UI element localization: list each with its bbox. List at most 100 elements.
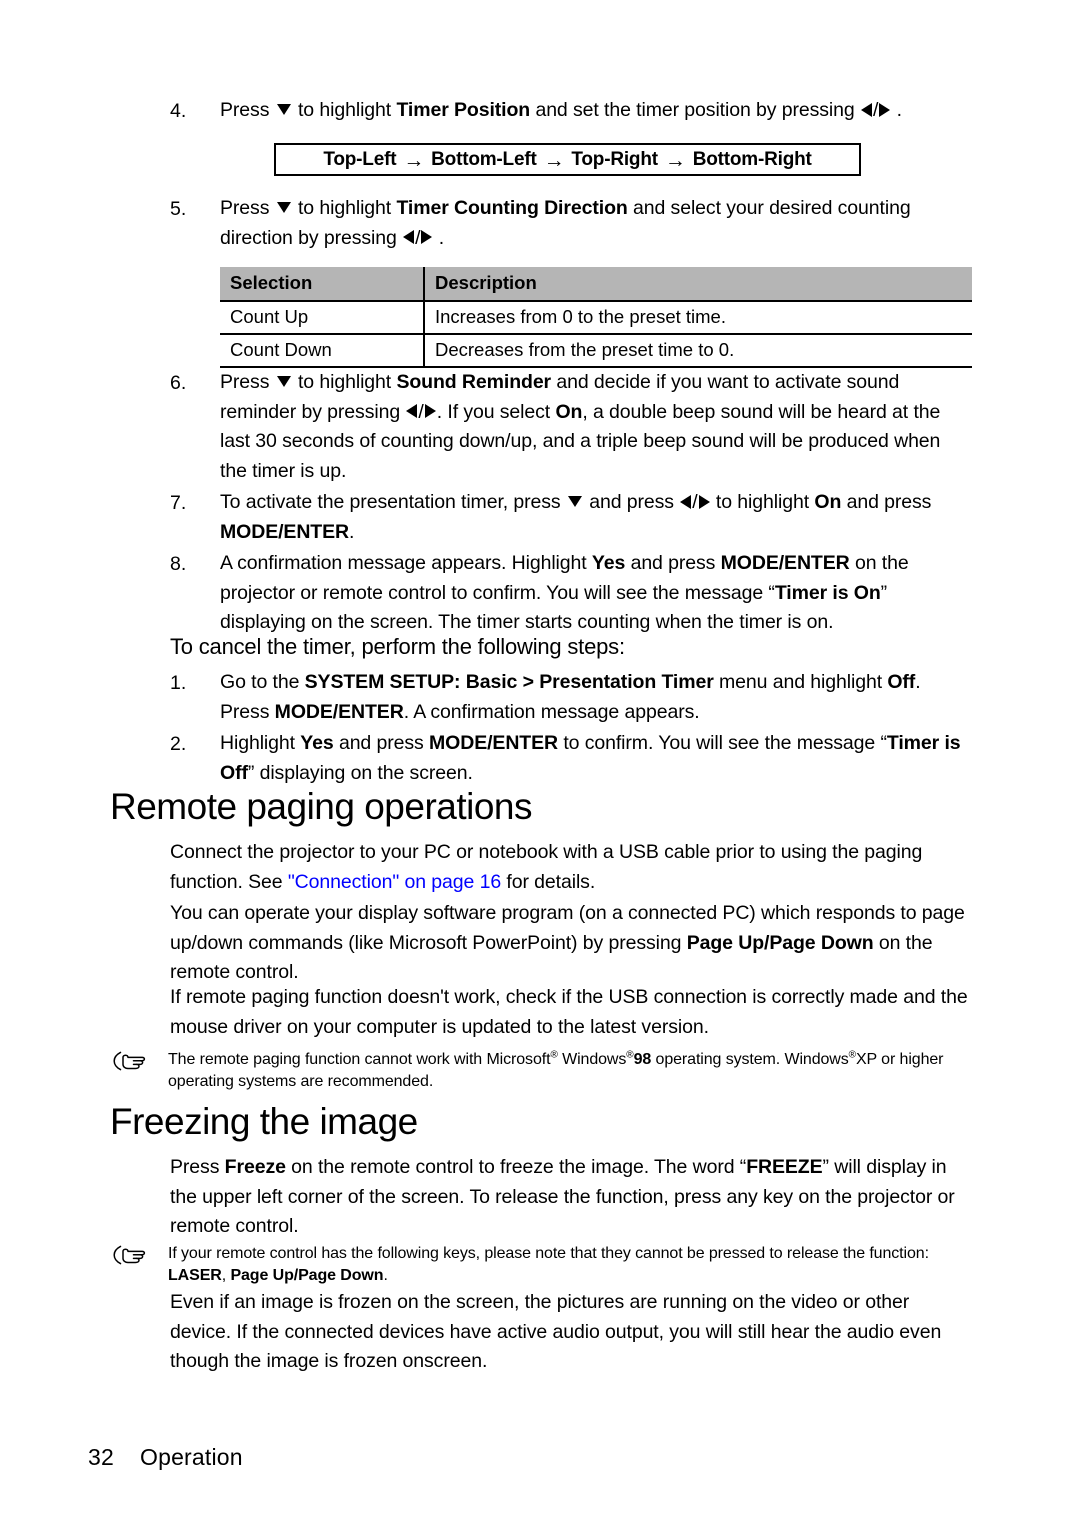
table-row: Count Up Increases from 0 to the preset t…: [220, 301, 972, 335]
list-item-text: Highlight Yes and press MODE/ENTER to co…: [220, 729, 970, 788]
cross-reference-link[interactable]: "Connection" on page 16: [288, 871, 501, 893]
list-item-number: 7.: [170, 492, 187, 514]
registered-mark: ®: [626, 1049, 634, 1061]
body-text: To activate the presentation timer, pres…: [220, 491, 566, 513]
body-text: Press: [220, 197, 275, 219]
arrow-right-icon: [879, 102, 891, 117]
list-item-text: A confirmation message appears. Highligh…: [220, 549, 970, 638]
emphasis-text: MODE/ENTER: [429, 732, 559, 754]
emphasis-text: Freeze: [224, 1156, 286, 1178]
emphasis-text: MODE/ENTER: [220, 520, 350, 543]
list-item-number: 1.: [170, 672, 187, 694]
arrow-right-icon: [421, 230, 433, 245]
emphasis-text: Timer Position: [396, 99, 531, 121]
body-text: .: [349, 520, 355, 543]
list-item: 1. Go to the SYSTEM SETUP: Basic > Presen…: [170, 668, 970, 727]
emphasis-text: Sound Reminder: [396, 371, 552, 393]
freezing-paragraph-2: Even if an image is frozen on the screen…: [170, 1288, 970, 1377]
body-text: .: [891, 99, 902, 121]
arrow-down-icon: [567, 496, 582, 508]
emphasis-text: LASER: [168, 1267, 222, 1284]
emphasis-text: On: [555, 400, 583, 423]
body-text: A confirmation message appears. Highligh…: [220, 552, 592, 574]
body-text: .: [433, 226, 445, 249]
timer-position-option: Bottom-Right: [692, 148, 812, 170]
step-list-timer-5: 5. Press to highlight Timer Counting Dire…: [170, 194, 970, 255]
body-text: Even if an image is frozen on the screen…: [170, 1291, 942, 1372]
timer-position-option: Bottom-Left: [431, 148, 537, 170]
section-heading-freezing: Freezing the image: [110, 1101, 418, 1142]
emphasis-text: FREEZE: [746, 1156, 823, 1178]
note-remote-paging: The remote paging function cannot work w…: [112, 1049, 974, 1093]
body-text: If remote paging function doesn't work, …: [170, 986, 968, 1038]
body-text: menu and highlight: [713, 671, 888, 693]
note-text: The remote paging function cannot work w…: [168, 1049, 974, 1093]
body-text: to highlight: [292, 371, 397, 393]
body-text: and press: [333, 732, 429, 754]
list-item: 7. To activate the presentation timer, pr…: [170, 488, 970, 547]
timer-position-option: Top-Left: [323, 148, 397, 170]
body-text: Highlight: [220, 732, 301, 754]
footer-page-number: 32: [88, 1444, 114, 1470]
body-text: for details.: [501, 870, 596, 893]
body-text: Press: [170, 1156, 225, 1178]
timer-position-option: Top-Right: [571, 148, 658, 170]
body-text: and press: [583, 491, 680, 513]
arrow-right-icon: →: [403, 149, 425, 172]
counting-direction-table: Selection Description Count Up Increases …: [220, 267, 972, 368]
arrow-right-icon: [424, 404, 436, 419]
body-text: Press: [220, 99, 275, 121]
arrow-left-icon: [860, 102, 872, 117]
emphasis-text: Timer Counting Direction: [396, 197, 628, 219]
step-list-timer-4: 4. Press to highlight Timer Position and …: [170, 96, 970, 128]
slash-separator: /: [692, 491, 698, 513]
document-page: 4. Press to highlight Timer Position and …: [0, 0, 1080, 1529]
slash-separator: /: [415, 226, 421, 249]
emphasis-text: MODE/ENTER: [720, 552, 850, 574]
section-heading-remote-paging: Remote paging operations: [110, 786, 533, 827]
arrow-down-icon: [276, 104, 291, 116]
table-header-selection: Selection: [220, 267, 425, 302]
freezing-paragraph-1: Press Freeze on the remote control to fr…: [170, 1153, 970, 1242]
slash-separator: /: [872, 99, 879, 121]
emphasis-text: Yes: [300, 732, 334, 754]
body-text: Press: [220, 371, 275, 393]
arrow-down-icon: [276, 202, 291, 214]
body-text: and press: [841, 491, 932, 513]
list-item-text: Go to the SYSTEM SETUP: Basic > Presenta…: [220, 668, 970, 727]
emphasis-text: Timer is On: [774, 581, 881, 604]
emphasis-text: Off: [887, 671, 916, 693]
arrow-left-icon: [680, 494, 692, 509]
arrow-left-icon: [403, 230, 415, 245]
body-text: on the remote control to freeze the imag…: [285, 1156, 747, 1178]
list-item-text: To activate the presentation timer, pres…: [220, 488, 970, 547]
note-text: If your remote control has the following…: [168, 1243, 974, 1287]
body-text: If your remote control has the following…: [168, 1245, 929, 1262]
list-item-text: Press to highlight Timer Position and se…: [220, 96, 970, 126]
body-text: and set the timer position by pressing: [530, 99, 860, 121]
table-header-row: Selection Description: [220, 267, 972, 302]
list-item: 5. Press to highlight Timer Counting Dire…: [170, 194, 970, 253]
arrow-right-icon: →: [664, 149, 686, 172]
slash-separator: /: [418, 400, 424, 423]
list-item: 6. Press to highlight Sound Reminder and …: [170, 368, 970, 486]
body-text: operating system. Windows: [651, 1051, 849, 1068]
registered-mark: ®: [848, 1049, 856, 1061]
list-item-number: 2.: [170, 733, 187, 755]
remote-paging-paragraph-2: You can operate your display software pr…: [170, 899, 970, 988]
list-item-number: 4.: [170, 100, 187, 122]
page-footer: 32 Operation: [88, 1444, 243, 1471]
pointing-hand-icon: [112, 1049, 168, 1079]
remote-paging-paragraph-3: If remote paging function doesn't work, …: [170, 983, 970, 1042]
body-text: to highlight: [710, 491, 815, 513]
cancel-timer-heading: To cancel the timer, perform the followi…: [170, 634, 625, 659]
registered-mark: ®: [550, 1049, 558, 1061]
body-text: to confirm. You will see the message “: [558, 732, 887, 754]
emphasis-text: MODE/ENTER: [274, 700, 404, 723]
list-item-number: 5.: [170, 198, 187, 220]
body-text: Windows: [557, 1051, 627, 1068]
emphasis-text: 98: [633, 1051, 652, 1068]
step-list-timer-678: 6. Press to highlight Sound Reminder and …: [170, 368, 970, 640]
emphasis-text: Yes: [591, 552, 626, 574]
list-item: 4. Press to highlight Timer Position and …: [170, 96, 970, 126]
